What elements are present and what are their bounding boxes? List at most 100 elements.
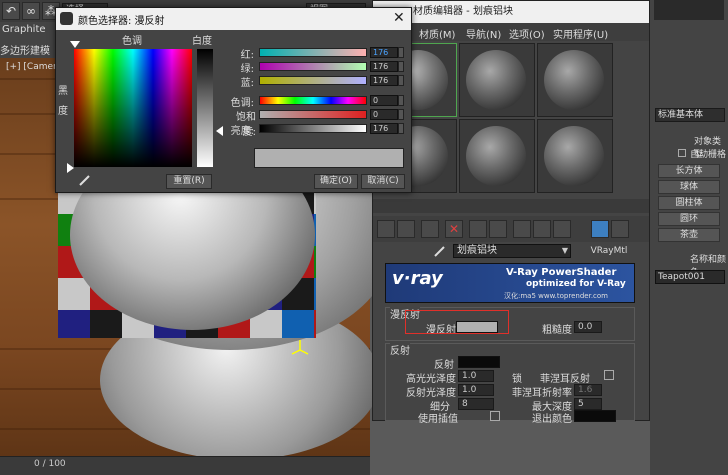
green-slider[interactable]	[259, 62, 367, 71]
value-slider[interactable]	[259, 124, 367, 133]
material-editor-menubar: 材质(M) 导航(N) 选项(O) 实用程序(U)	[373, 23, 649, 41]
menu-navigation[interactable]: 导航(N)	[466, 26, 501, 41]
red-spinner[interactable]	[398, 47, 404, 58]
checker-cell	[58, 310, 90, 338]
command-tabs[interactable]	[654, 0, 724, 20]
use-interp-checkbox[interactable]	[490, 411, 500, 421]
fresnel-ior-input[interactable]: 1.6	[574, 384, 602, 396]
ribbon-item-poly-modeling[interactable]: 多边形建模	[0, 42, 50, 57]
hue-blackness-field[interactable]	[74, 49, 192, 167]
hue-marker[interactable]	[70, 41, 80, 48]
checker-cell	[282, 310, 314, 338]
gizmo-icon	[290, 338, 310, 358]
color-picker-dialog: 颜色选择器: 漫反射 ✕ 色调 白度 黑 度 红: 176 绿: 176 蓝: …	[55, 7, 412, 193]
blue-input[interactable]: 176	[370, 75, 398, 86]
undo-icon[interactable]: ↶	[2, 2, 20, 20]
material-name-input[interactable]: 划痕铝块	[453, 244, 571, 258]
value-label: 亮度:	[230, 126, 254, 137]
ok-button[interactable]: 确定(O)	[314, 174, 358, 189]
reflect-color-swatch[interactable]	[458, 356, 500, 368]
material-slot-5[interactable]	[459, 119, 535, 193]
copy-material-icon[interactable]	[469, 220, 487, 238]
roughness-input[interactable]: 0.0	[574, 321, 602, 333]
go-parent-icon[interactable]	[591, 220, 609, 238]
material-editor-title: 材质编辑器 - 划痕铝块	[373, 1, 649, 23]
hilight-gloss-label: 高光光泽度	[406, 374, 456, 385]
reset-button[interactable]: 重置(R)	[166, 174, 212, 189]
blue-spinner[interactable]	[398, 75, 404, 86]
whiteness-header: 白度	[192, 36, 212, 47]
fresnel-ior-label: 菲涅耳折射率	[512, 388, 572, 399]
menu-material[interactable]: 材质(M)	[419, 26, 455, 41]
cylinder-button[interactable]: 圆柱体	[658, 196, 720, 210]
unique-icon[interactable]	[489, 220, 507, 238]
value-input[interactable]: 176	[370, 123, 398, 134]
hilight-gloss-input[interactable]: 1.0	[458, 370, 494, 382]
ribbon-tab-graphite[interactable]: Graphite	[2, 24, 46, 35]
red-input[interactable]: 176	[370, 47, 398, 58]
blackness-marker[interactable]	[67, 163, 74, 173]
autogrid-checkbox[interactable]	[678, 149, 686, 157]
link-icon[interactable]: ∞	[22, 2, 40, 20]
whiteness-marker[interactable]	[216, 126, 223, 136]
saturation-slider[interactable]	[259, 110, 367, 119]
highlight-box	[405, 310, 509, 334]
hue-spinner[interactable]	[398, 95, 404, 106]
blue-slider[interactable]	[259, 76, 367, 85]
fresnel-checkbox[interactable]	[604, 370, 614, 380]
hue-slider[interactable]	[259, 96, 367, 105]
menu-options[interactable]: 选项(O)	[509, 26, 545, 41]
timeline-slider[interactable]: 0 / 100	[0, 456, 370, 475]
show-map-icon[interactable]	[533, 220, 551, 238]
subdivs-input[interactable]: 8	[458, 398, 494, 410]
teapot-button[interactable]: 茶壶	[658, 228, 720, 242]
menu-utilities[interactable]: 实用程序(U)	[553, 26, 608, 41]
material-slot-6[interactable]	[537, 119, 613, 193]
slot-scrollbar[interactable]	[373, 199, 649, 213]
value-spinner[interactable]	[398, 123, 404, 134]
box-button[interactable]: 长方体	[658, 164, 720, 178]
roughness-label: 粗糙度	[542, 325, 572, 336]
show-result-icon[interactable]	[553, 220, 571, 238]
color-picker-title: 颜色选择器: 漫反射	[78, 16, 165, 27]
get-material-icon[interactable]	[377, 220, 395, 238]
lock-label[interactable]: 锁	[512, 370, 522, 385]
ribbon: Graphite 多边形建模	[0, 22, 60, 58]
hue-input[interactable]: 0	[370, 95, 398, 106]
material-slot-3[interactable]	[537, 43, 613, 117]
reflection-group-title: 反射	[390, 342, 410, 357]
saturation-spinner[interactable]	[398, 109, 404, 120]
material-name-row: 划痕铝块 ▼ VRayMtl	[373, 242, 649, 260]
reset-material-icon[interactable]: ✕	[445, 220, 463, 238]
object-name-input[interactable]: Teapot001	[655, 270, 725, 284]
eyedropper-icon[interactable]	[433, 244, 449, 258]
refl-gloss-input[interactable]: 1.0	[458, 384, 494, 396]
max-depth-input[interactable]: 5	[574, 398, 602, 410]
color-picker-titlebar: 颜色选择器: 漫反射 ✕	[56, 8, 411, 30]
material-type-button[interactable]: VRayMtl	[579, 244, 639, 258]
cancel-button[interactable]: 取消(C)	[361, 174, 405, 189]
material-id-icon[interactable]	[513, 220, 531, 238]
exit-color-swatch[interactable]	[574, 410, 616, 422]
whiteness-strip[interactable]	[197, 49, 213, 167]
chevron-down-icon[interactable]: ▼	[559, 244, 571, 258]
material-slot-2[interactable]	[459, 43, 535, 117]
green-spinner[interactable]	[398, 61, 404, 72]
banner-credit: 汉化:ma5 www.toprender.com	[504, 292, 609, 300]
command-panel: 标准基本体 对象类型 自动栅格 长方体 球体 圆柱体 圆环 茶壶 名称和颜色 T…	[650, 0, 728, 475]
eyedropper-icon[interactable]	[78, 173, 92, 187]
saturation-input[interactable]: 0	[370, 109, 398, 120]
category-select[interactable]: 标准基本体	[655, 108, 725, 122]
close-icon[interactable]: ✕	[393, 10, 405, 26]
red-slider[interactable]	[259, 48, 367, 57]
vray-banner: v·ray V-Ray PowerShader optimized for V-…	[385, 263, 635, 303]
torus-button[interactable]: 圆环	[658, 212, 720, 226]
material-toolbar: ✕	[373, 216, 649, 242]
sphere-button[interactable]: 球体	[658, 180, 720, 194]
green-input[interactable]: 176	[370, 61, 398, 72]
green-label: 绿:	[240, 64, 254, 75]
go-sibling-icon[interactable]	[611, 220, 629, 238]
current-color-preview	[254, 148, 404, 168]
assign-material-icon[interactable]	[421, 220, 439, 238]
put-to-scene-icon[interactable]	[397, 220, 415, 238]
